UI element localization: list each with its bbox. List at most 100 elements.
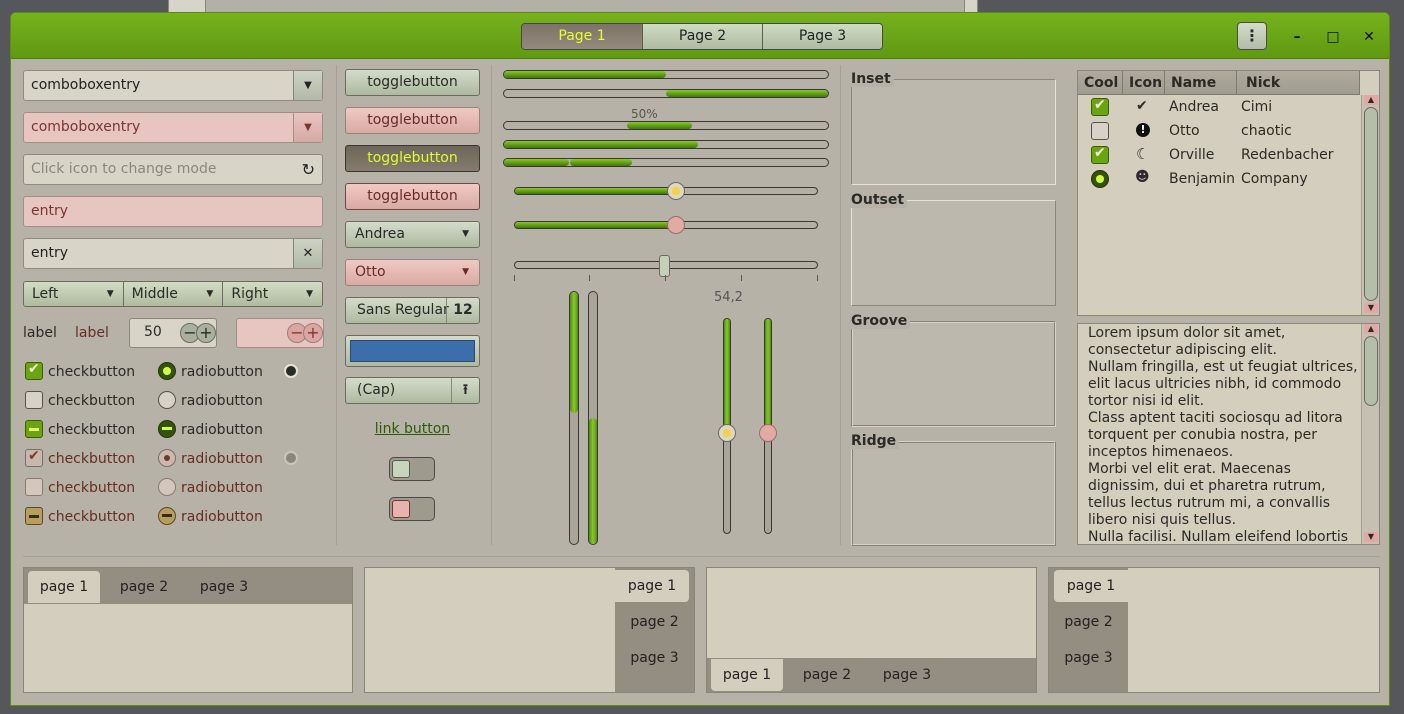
minimize-button[interactable]: –	[1285, 25, 1309, 49]
combo-right[interactable]: Right ▼	[222, 282, 322, 306]
togglebutton-active[interactable]: togglebutton	[345, 145, 480, 172]
scroll-down-icon[interactable]: ▼	[1364, 303, 1378, 313]
slider-1-knob[interactable]	[667, 182, 685, 200]
tree-row[interactable]: ! Otto chaotic	[1078, 119, 1360, 143]
checkbox-checked[interactable]: ✔	[25, 361, 43, 380]
combobox-entry[interactable]: comboboxentry ▼	[23, 70, 323, 101]
switch-error[interactable]	[389, 497, 435, 521]
vertical-slider-2-knob[interactable]	[759, 424, 777, 442]
row-check[interactable]: ✔	[1091, 145, 1109, 164]
clear-button[interactable]: ✕	[293, 239, 322, 268]
checkbox-unchecked-disabled[interactable]	[25, 478, 43, 496]
column-header-cool[interactable]: Cool	[1078, 71, 1123, 95]
radio-inconsistent[interactable]	[158, 420, 176, 438]
tab-page-2[interactable]: page 2	[1049, 606, 1128, 638]
combo-left[interactable]: Left ▼	[24, 282, 123, 306]
text-line: libero nisi quis tellus.	[1088, 512, 1237, 528]
check-icon: ✔	[1094, 145, 1106, 161]
tab-page-3[interactable]: page 3	[615, 642, 694, 674]
slider-1[interactable]	[514, 187, 818, 195]
scroll-up-icon[interactable]: ▲	[1364, 324, 1378, 334]
combobox-dropdown-button[interactable]: ▼	[293, 71, 322, 100]
font-button[interactable]: Sans Regular 12	[345, 297, 480, 324]
tree-scrollbar[interactable]: ▲ ▼	[1361, 95, 1379, 315]
scroll-down-icon[interactable]: ▼	[1364, 532, 1378, 542]
stack-page-1[interactable]: Page 1	[522, 24, 642, 49]
textview-scrollbar[interactable]: ▲ ▼	[1361, 324, 1379, 544]
row-check[interactable]	[1091, 122, 1109, 140]
togglebutton-error[interactable]: togglebutton	[345, 107, 480, 134]
progress-fill	[504, 71, 666, 78]
radio-unselected-disabled[interactable]	[158, 478, 176, 496]
slider-2[interactable]	[514, 221, 818, 229]
switch-off[interactable]	[389, 457, 435, 481]
column-header-name[interactable]: Name	[1165, 71, 1237, 95]
combo-middle[interactable]: Middle ▼	[122, 282, 223, 306]
stack-page-3[interactable]: Page 3	[762, 24, 882, 49]
checkbox-checked-disabled[interactable]: ✔	[25, 448, 43, 467]
combobox-entry-error[interactable]: comboboxentry ▼	[23, 112, 323, 143]
exclamation-circle-icon: !	[1136, 123, 1150, 137]
radio-unselected[interactable]	[158, 391, 176, 409]
tab-page-3[interactable]: page 3	[188, 571, 260, 603]
scrollbar-thumb[interactable]	[1364, 107, 1378, 301]
spinner-icon	[284, 364, 298, 378]
radio-selected-disabled[interactable]	[158, 449, 176, 467]
entry-with-clear[interactable]: entry ✕	[23, 238, 323, 269]
tab-page-1[interactable]: page 1	[711, 659, 783, 691]
entry-error[interactable]: entry	[23, 196, 323, 227]
combobox-error-dropdown-button[interactable]: ▼	[293, 113, 322, 142]
combobox-entry-text: comboboxentry	[31, 77, 141, 93]
tab-page-1[interactable]: page 1	[615, 570, 689, 602]
combo-otto[interactable]: Otto ▼	[345, 259, 480, 286]
maximize-button[interactable]: □	[1321, 25, 1345, 49]
color-button[interactable]	[345, 335, 480, 367]
search-entry[interactable]: Click icon to change mode ↻	[23, 154, 323, 185]
scrollbar-thumb[interactable]	[1364, 336, 1378, 406]
togglebutton-error-active[interactable]: togglebutton	[345, 183, 480, 210]
refresh-icon[interactable]: ↻	[302, 155, 315, 184]
column-header-nick[interactable]: Nick	[1237, 71, 1360, 95]
spin-button-error[interactable]: − +	[236, 318, 324, 348]
checkbox-inconsistent[interactable]	[25, 420, 43, 438]
tab-page-1[interactable]: page 1	[1054, 570, 1128, 602]
combo-andrea[interactable]: Andrea ▼	[345, 221, 480, 248]
menu-button[interactable]: ⋮	[1237, 22, 1267, 50]
slider-marks-knob[interactable]	[659, 255, 670, 277]
radiobutton-label-5: radiobutton	[181, 480, 263, 496]
text-content[interactable]: Lorem ipsum dolor sit amet, consectetur …	[1088, 325, 1360, 544]
check-circle-icon: ✔	[1136, 98, 1148, 114]
file-chooser-button[interactable]: (Cap) ⭱	[345, 377, 480, 404]
checkbox-unchecked[interactable]	[25, 391, 43, 409]
vertical-slider-1-knob[interactable]	[718, 424, 736, 442]
slider-2-knob[interactable]	[667, 216, 685, 234]
column-header-icon[interactable]: Icon	[1123, 71, 1165, 95]
radio-selected[interactable]	[158, 362, 176, 380]
togglebutton-normal[interactable]: togglebutton	[345, 69, 480, 96]
plus-icon[interactable]: +	[196, 323, 216, 343]
close-button[interactable]: ✕	[1357, 25, 1381, 49]
tree-row[interactable]: ✔ ✔ Andrea Cimi	[1078, 95, 1360, 119]
plus-icon[interactable]: +	[303, 323, 323, 343]
tab-page-2[interactable]: page 2	[108, 571, 180, 603]
text-line: inceptos himenaeos.	[1088, 444, 1234, 460]
checkbutton-label-4: checkbutton	[48, 451, 136, 467]
tab-page-1[interactable]: page 1	[28, 571, 100, 603]
link-button[interactable]: link button	[345, 421, 480, 437]
tab-page-3[interactable]: page 3	[1049, 642, 1128, 674]
tab-page-2[interactable]: page 2	[791, 659, 863, 691]
checkbox-inconsistent-disabled[interactable]	[25, 507, 43, 525]
tree-row[interactable]: ☻ Benjamin Company	[1078, 167, 1360, 191]
row-check[interactable]: ✔	[1091, 97, 1109, 116]
radio-inconsistent-disabled[interactable]	[158, 507, 176, 525]
clear-icon: ✕	[302, 246, 314, 261]
row-radio[interactable]	[1091, 170, 1109, 188]
tab-page-3[interactable]: page 3	[871, 659, 943, 691]
text-view[interactable]: Lorem ipsum dolor sit amet, consectetur …	[1077, 323, 1380, 545]
tab-page-2[interactable]: page 2	[615, 606, 694, 638]
close-icon: ✕	[1363, 29, 1375, 45]
scroll-up-icon[interactable]: ▲	[1364, 95, 1378, 105]
spin-button[interactable]: 50 − +	[129, 318, 217, 348]
stack-page-2[interactable]: Page 2	[642, 24, 762, 49]
tree-row[interactable]: ✔ ☾ Orville Redenbacher	[1078, 143, 1360, 167]
